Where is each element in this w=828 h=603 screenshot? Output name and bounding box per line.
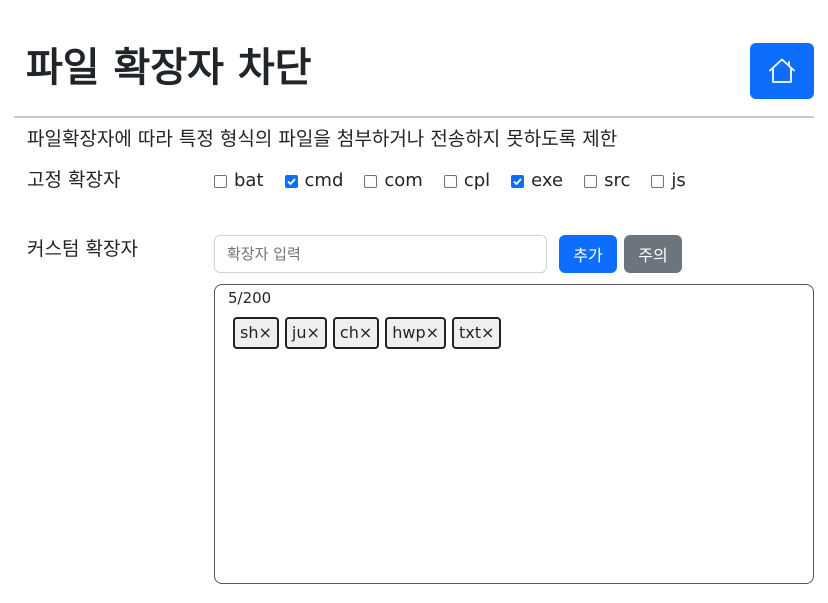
custom-extension-box: 5/200 sh × ju × ch × hwp × txt × [214, 284, 814, 584]
checkbox-src[interactable] [584, 174, 598, 188]
ext-option-src[interactable]: src [584, 168, 630, 194]
tag-remove-icon[interactable]: × [306, 319, 319, 347]
ext-option-exe[interactable]: exe [511, 168, 563, 194]
ext-option-cpl[interactable]: cpl [443, 168, 491, 194]
tag-label: hwp [392, 323, 426, 342]
tag-remove-icon[interactable]: × [426, 319, 439, 347]
ext-label-cpl: cpl [463, 170, 491, 191]
fixed-extensions-label: 고정 확장자 [27, 169, 121, 191]
ext-label-src: src [604, 170, 631, 191]
checkbox-cmd[interactable] [284, 174, 298, 188]
ext-label-com: com [384, 170, 423, 191]
tag-remove-icon[interactable]: × [258, 319, 271, 347]
checkbox-cpl[interactable] [443, 174, 457, 188]
header-divider [14, 116, 814, 118]
custom-tag[interactable]: hwp × [385, 317, 447, 349]
home-icon [767, 56, 797, 86]
page-description: 파일확장자에 따라 특정 형식의 파일을 첨부하거나 전송하지 못하도록 제한 [27, 128, 618, 150]
extension-input[interactable] [214, 235, 547, 273]
fixed-extension-list: bat cmd com cpl exe src js [214, 168, 707, 194]
checkbox-bat[interactable] [214, 174, 227, 188]
ext-label-exe: exe [531, 170, 564, 191]
checkbox-js[interactable] [651, 174, 665, 188]
tag-label: txt [459, 323, 482, 342]
extension-count: 5/200 [228, 289, 272, 307]
ext-label-cmd: cmd [304, 170, 344, 191]
tag-remove-icon[interactable]: × [359, 319, 372, 347]
checkbox-exe[interactable] [511, 174, 525, 188]
home-button[interactable] [750, 43, 814, 99]
custom-tag-list: sh × ju × ch × hwp × txt × [233, 317, 507, 349]
checkbox-com[interactable] [364, 174, 378, 188]
custom-tag[interactable]: ch × [332, 317, 380, 349]
custom-tag[interactable]: sh × [233, 317, 279, 349]
custom-tag[interactable]: txt × [452, 317, 502, 349]
add-button[interactable]: 추가 [559, 235, 617, 273]
custom-extensions-label: 커스텀 확장자 [27, 238, 138, 260]
ext-option-bat[interactable]: bat [214, 168, 264, 194]
custom-tag[interactable]: ju × [284, 317, 327, 349]
tag-remove-icon[interactable]: × [481, 319, 494, 347]
ext-label-bat: bat [234, 170, 264, 191]
page-title: 파일 확장자 차단 [26, 45, 312, 91]
ext-option-cmd[interactable]: cmd [284, 168, 344, 194]
caution-button[interactable]: 주의 [624, 235, 682, 273]
tag-label: ju [291, 323, 307, 342]
ext-option-com[interactable]: com [364, 168, 423, 194]
tag-label: sh [240, 323, 259, 342]
ext-option-js[interactable]: js [651, 168, 686, 194]
ext-label-js: js [671, 170, 686, 191]
tag-label: ch [339, 323, 359, 342]
